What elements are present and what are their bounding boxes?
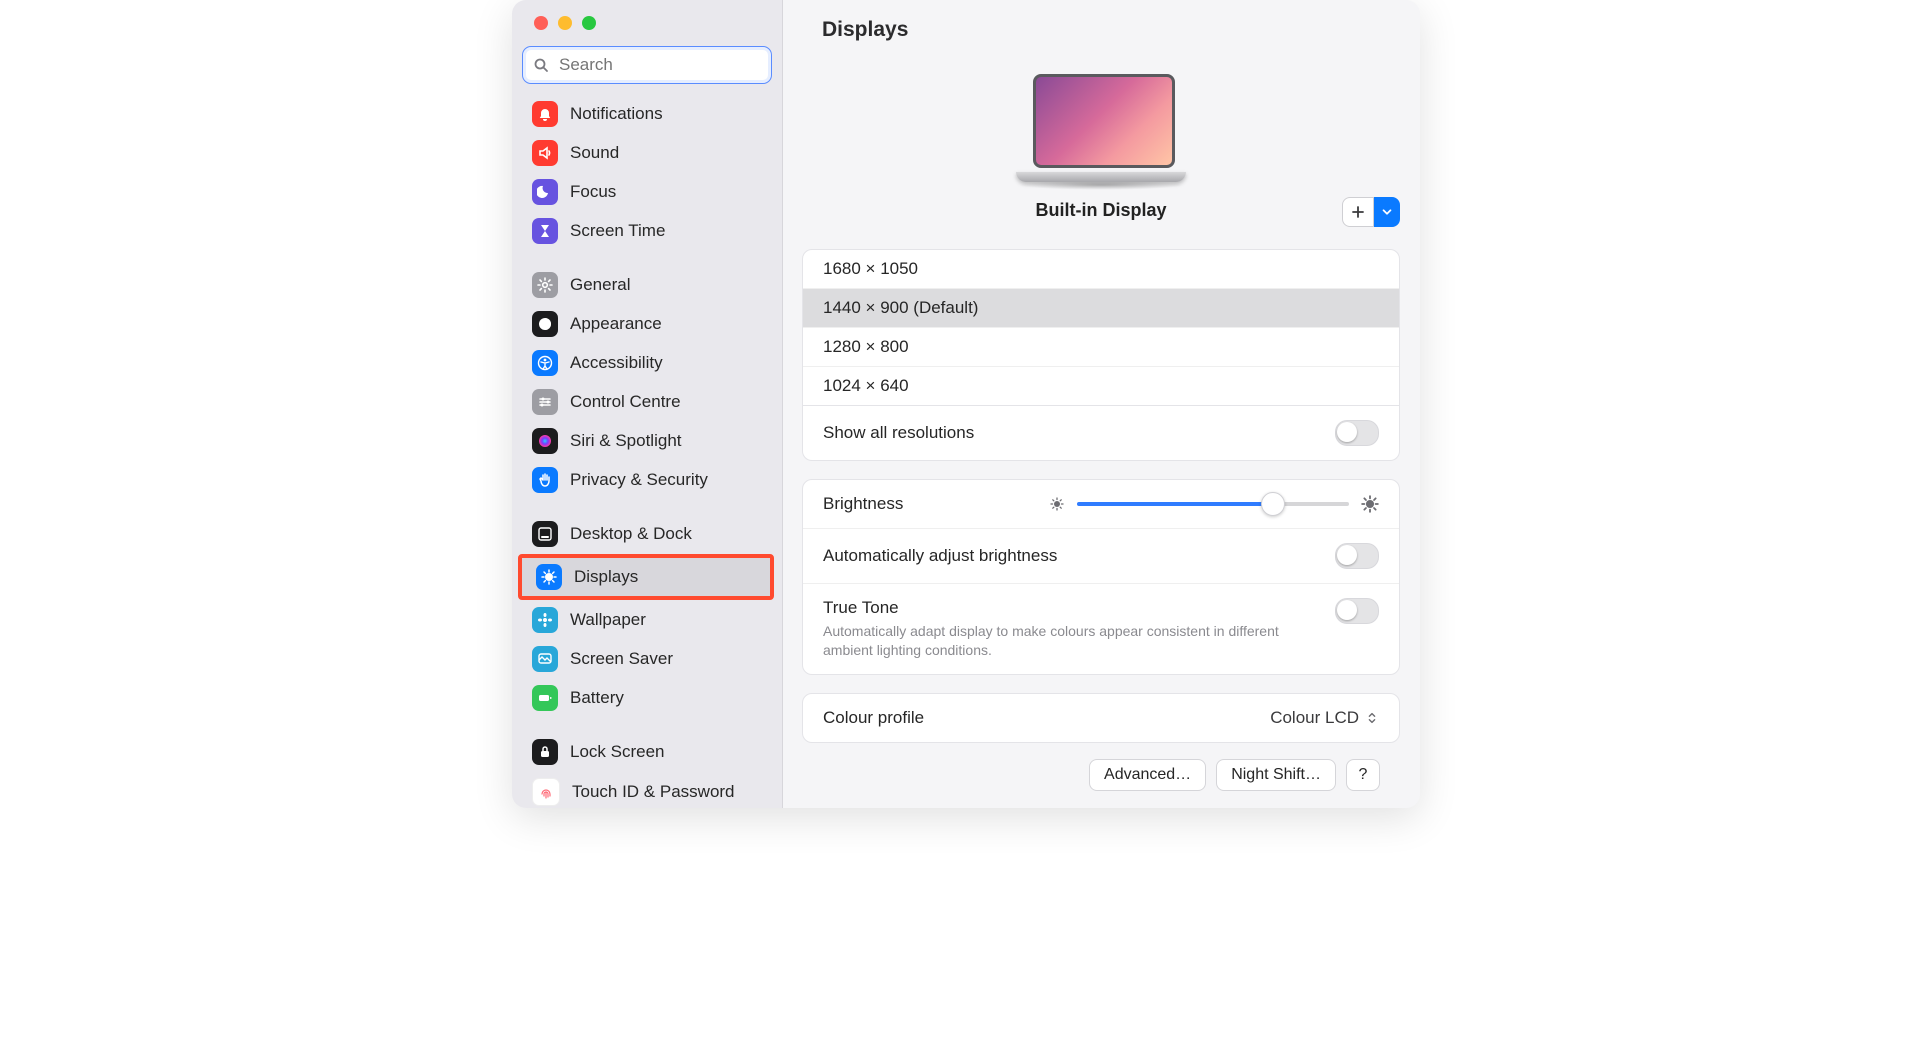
sidebar-item-label: Accessibility bbox=[570, 353, 663, 373]
brightness-slider[interactable] bbox=[1077, 502, 1349, 506]
hand-icon bbox=[532, 467, 558, 493]
sidebar-item-label: General bbox=[570, 275, 630, 295]
sidebar-item-privacy-security[interactable]: Privacy & Security bbox=[518, 461, 774, 499]
system-settings-window: Notifications Sound Focus Screen Time Genera… bbox=[512, 0, 1420, 808]
sidebar-item-general[interactable]: General bbox=[518, 266, 774, 304]
minimize-window-button[interactable] bbox=[558, 16, 572, 30]
sidebar-item-siri-spotlight[interactable]: Siri & Spotlight bbox=[518, 422, 774, 460]
search-input[interactable] bbox=[557, 54, 761, 76]
speaker-icon bbox=[532, 140, 558, 166]
sidebar-item-label: Screen Saver bbox=[570, 649, 673, 669]
sidebar-item-lock-screen[interactable]: Lock Screen bbox=[518, 733, 774, 771]
window-controls bbox=[512, 0, 782, 40]
brightness-slider-thumb[interactable] bbox=[1261, 492, 1285, 516]
show-all-resolutions-label: Show all resolutions bbox=[823, 423, 974, 443]
sidebar-item-label: Battery bbox=[570, 688, 624, 708]
resolution-list: 1680 × 10501440 × 900 (Default)1280 × 80… bbox=[802, 249, 1400, 406]
true-tone-label: True Tone bbox=[823, 598, 1303, 618]
night-shift-button[interactable]: Night Shift… bbox=[1216, 759, 1336, 791]
sidebar-item-sound[interactable]: Sound bbox=[518, 134, 774, 172]
moon-icon bbox=[532, 179, 558, 205]
colour-profile-value: Colour LCD bbox=[1270, 708, 1359, 728]
flower-icon bbox=[532, 607, 558, 633]
sidebar-item-appearance[interactable]: Appearance bbox=[518, 305, 774, 343]
sidebar-item-wallpaper[interactable]: Wallpaper bbox=[518, 601, 774, 639]
resolution-option[interactable]: 1280 × 800 bbox=[803, 327, 1399, 366]
brightness-high-icon bbox=[1361, 495, 1379, 513]
gear-icon bbox=[532, 272, 558, 298]
sidebar-item-label: Notifications bbox=[570, 104, 663, 124]
sidebar-item-label: Focus bbox=[570, 182, 616, 202]
sidebar-item-label: Siri & Spotlight bbox=[570, 431, 682, 451]
sidebar-list[interactable]: Notifications Sound Focus Screen Time Genera… bbox=[512, 94, 782, 808]
display-icon bbox=[536, 564, 562, 590]
sidebar-item-label: Appearance bbox=[570, 314, 662, 334]
sidebar-item-label: Sound bbox=[570, 143, 619, 163]
sidebar-item-notifications[interactable]: Notifications bbox=[518, 95, 774, 133]
sidebar-item-desktop-dock[interactable]: Desktop & Dock bbox=[518, 515, 774, 553]
sidebar-item-label: Privacy & Security bbox=[570, 470, 708, 490]
auto-brightness-label: Automatically adjust brightness bbox=[823, 546, 1057, 566]
advanced-button[interactable]: Advanced… bbox=[1089, 759, 1206, 791]
updown-icon bbox=[1365, 711, 1379, 725]
sidebar-item-label: Touch ID & Password bbox=[572, 782, 735, 802]
sidebar: Notifications Sound Focus Screen Time Genera… bbox=[512, 0, 783, 808]
help-button[interactable]: ? bbox=[1346, 759, 1380, 791]
sidebar-item-touch-id-password[interactable]: Touch ID & Password bbox=[518, 772, 774, 808]
sidebar-item-screen-saver[interactable]: Screen Saver bbox=[518, 640, 774, 678]
lock-icon bbox=[532, 739, 558, 765]
close-window-button[interactable] bbox=[534, 16, 548, 30]
colour-profile-row: Colour profile Colour LCD bbox=[803, 694, 1399, 742]
auto-brightness-row: Automatically adjust brightness bbox=[803, 528, 1399, 583]
sidebar-item-label: Control Centre bbox=[570, 392, 681, 412]
resolution-option[interactable]: 1024 × 640 bbox=[803, 366, 1399, 405]
sidebar-item-focus[interactable]: Focus bbox=[518, 173, 774, 211]
brightness-label: Brightness bbox=[823, 494, 903, 514]
add-display-menu-button[interactable] bbox=[1374, 197, 1400, 227]
show-all-resolutions-row: Show all resolutions bbox=[803, 406, 1399, 460]
page-title: Displays bbox=[822, 18, 1420, 42]
search-field[interactable] bbox=[522, 46, 772, 84]
appearance-icon bbox=[532, 311, 558, 337]
sidebar-item-screen-time[interactable]: Screen Time bbox=[518, 212, 774, 250]
display-name: Built-in Display bbox=[1035, 200, 1166, 221]
hourglass-icon bbox=[532, 218, 558, 244]
colour-profile-label: Colour profile bbox=[823, 708, 924, 728]
fingerprint-icon bbox=[532, 778, 560, 806]
siri-icon bbox=[532, 428, 558, 454]
true-tone-description: Automatically adapt display to make colo… bbox=[823, 622, 1303, 660]
sidebar-item-battery[interactable]: Battery bbox=[518, 679, 774, 717]
search-icon bbox=[533, 57, 549, 73]
chevron-down-icon bbox=[1380, 205, 1394, 219]
plus-icon bbox=[1350, 204, 1366, 220]
main-pane: Displays Built-in Display 1680 × 1050 bbox=[782, 0, 1420, 808]
sidebar-item-accessibility[interactable]: Accessibility bbox=[518, 344, 774, 382]
sidebar-item-displays[interactable]: Displays bbox=[518, 554, 774, 600]
true-tone-row: True Tone Automatically adapt display to… bbox=[803, 583, 1399, 674]
brightness-low-icon bbox=[1049, 496, 1065, 512]
sidebar-item-label: Desktop & Dock bbox=[570, 524, 692, 544]
laptop-icon bbox=[1016, 74, 1186, 182]
resolution-option[interactable]: 1440 × 900 (Default) bbox=[803, 288, 1399, 327]
fullscreen-window-button[interactable] bbox=[582, 16, 596, 30]
resolution-option[interactable]: 1680 × 1050 bbox=[803, 250, 1399, 288]
auto-brightness-toggle[interactable] bbox=[1335, 543, 1379, 569]
bell-icon bbox=[532, 101, 558, 127]
sidebar-item-label: Wallpaper bbox=[570, 610, 646, 630]
brightness-row: Brightness bbox=[803, 480, 1399, 528]
sidebar-item-label: Displays bbox=[574, 567, 638, 587]
true-tone-toggle[interactable] bbox=[1335, 598, 1379, 624]
add-display-button[interactable] bbox=[1342, 197, 1374, 227]
battery-icon bbox=[532, 685, 558, 711]
sliders-icon bbox=[532, 389, 558, 415]
screensaver-icon bbox=[532, 646, 558, 672]
show-all-resolutions-toggle[interactable] bbox=[1335, 420, 1379, 446]
accessibility-icon bbox=[532, 350, 558, 376]
colour-profile-select[interactable]: Colour LCD bbox=[1270, 708, 1379, 728]
sidebar-item-label: Screen Time bbox=[570, 221, 665, 241]
sidebar-item-label: Lock Screen bbox=[570, 742, 665, 762]
sidebar-item-control-centre[interactable]: Control Centre bbox=[518, 383, 774, 421]
dock-icon bbox=[532, 521, 558, 547]
display-preview: Built-in Display bbox=[782, 42, 1420, 221]
